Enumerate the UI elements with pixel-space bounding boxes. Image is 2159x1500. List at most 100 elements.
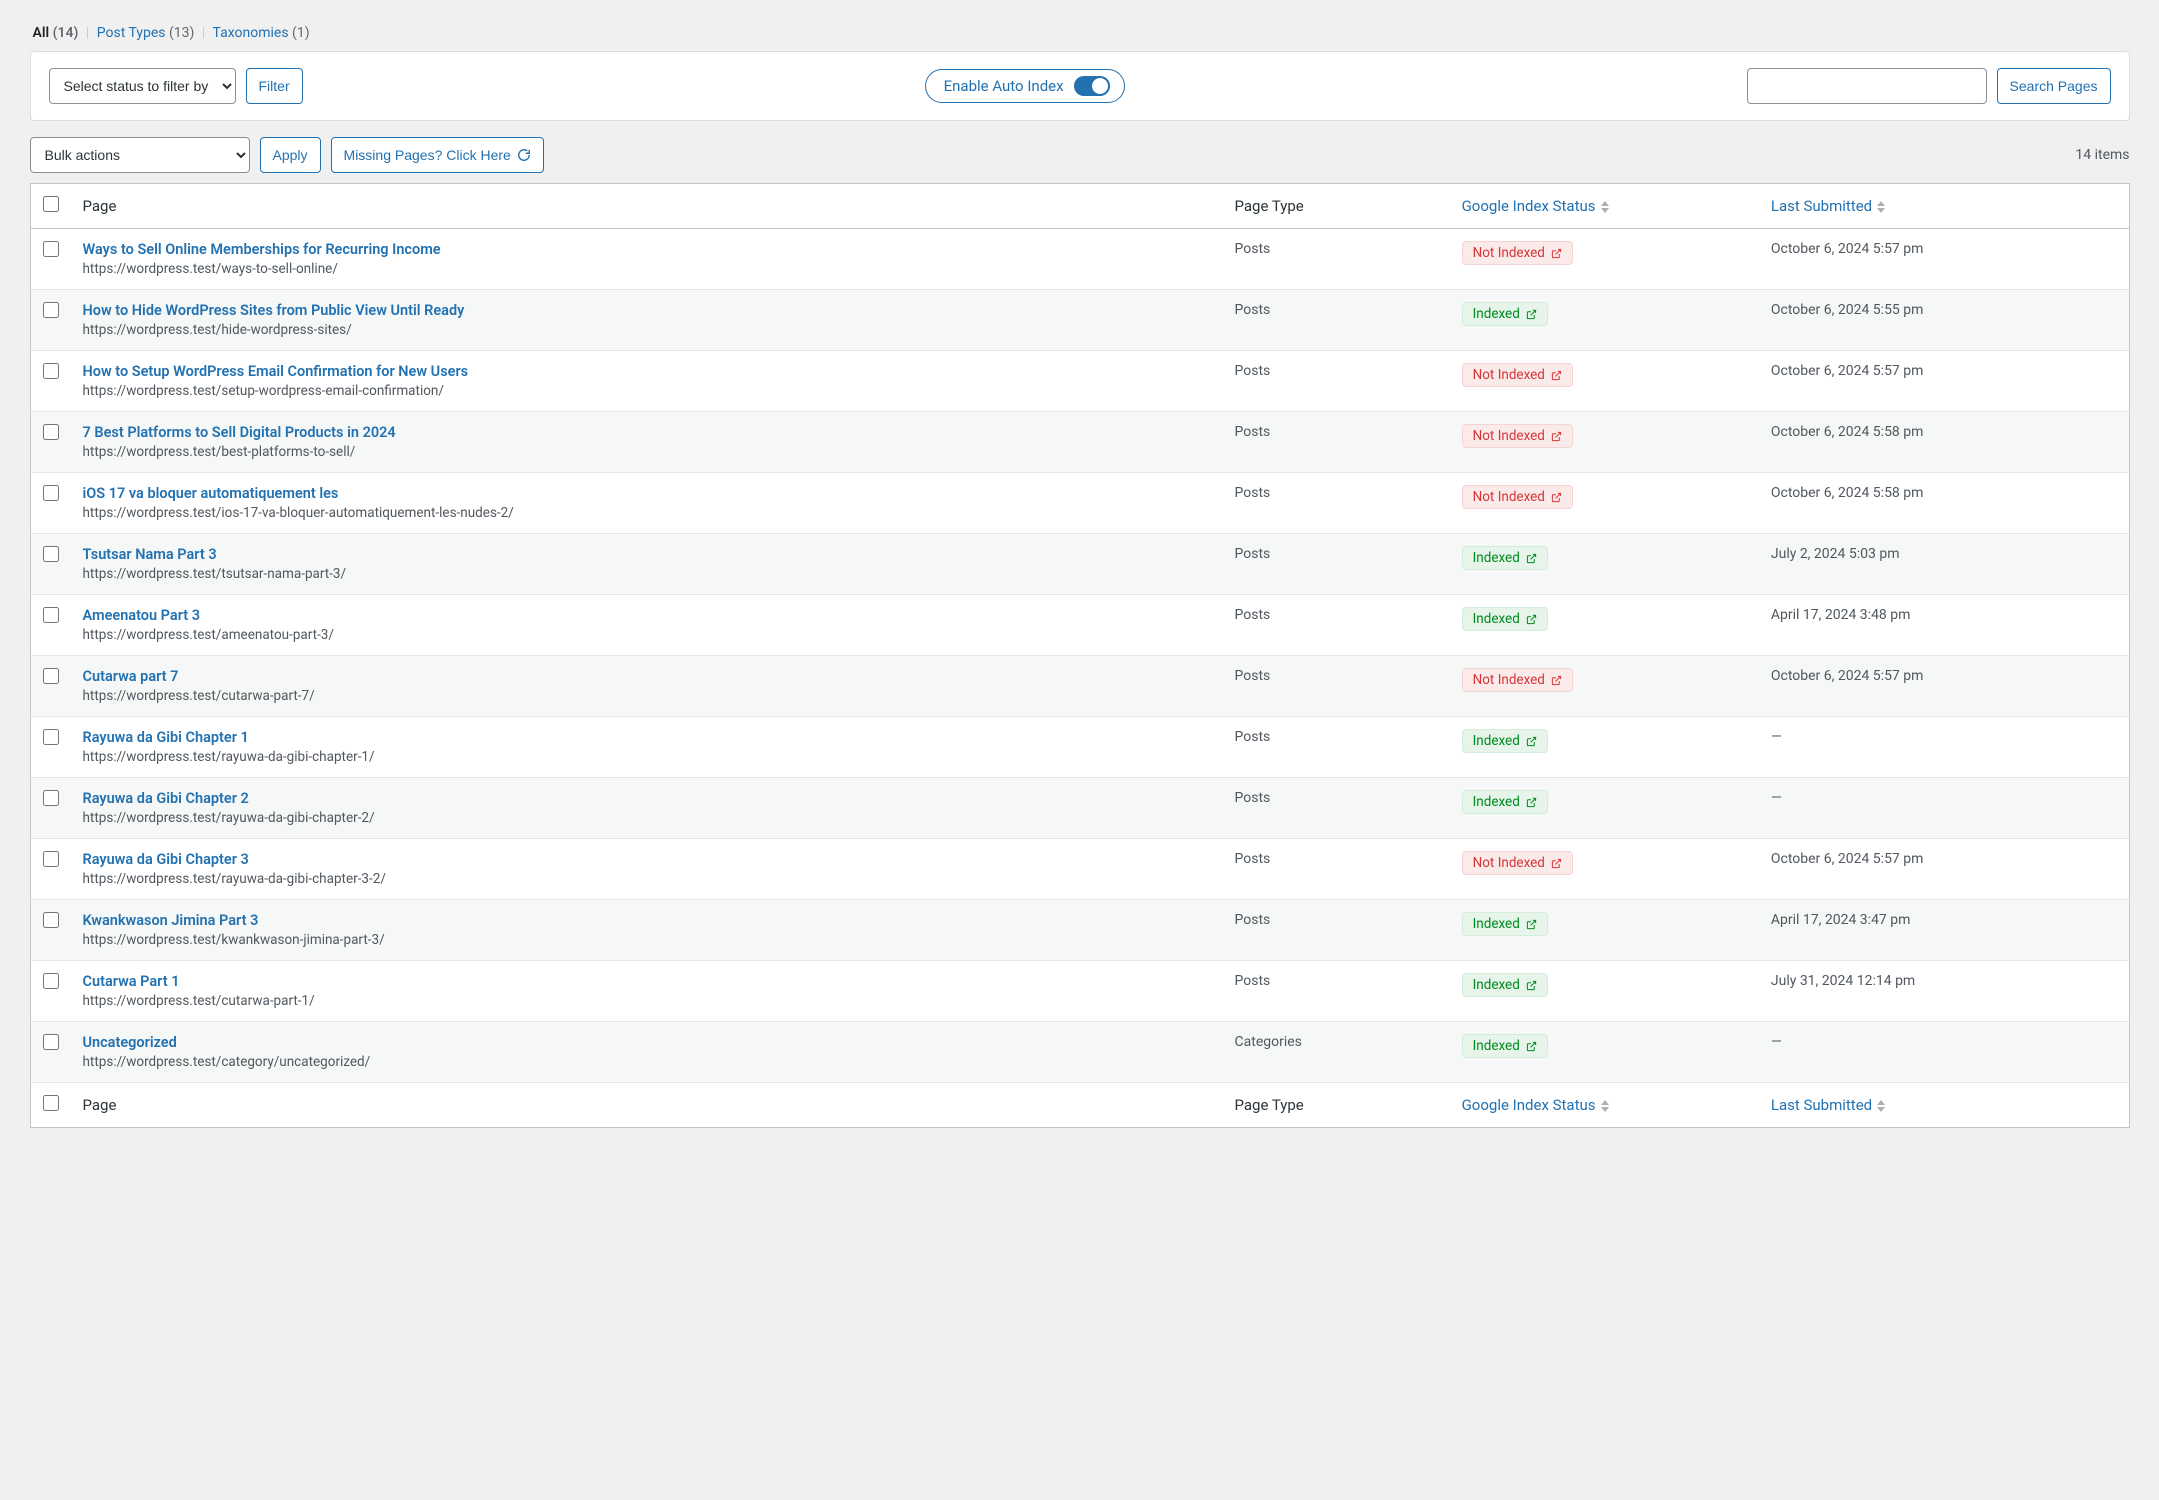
table-row: 7 Best Platforms to Sell Digital Product… xyxy=(30,412,2129,473)
tab-post-types[interactable]: Post Types (13) xyxy=(97,25,198,41)
row-checkbox[interactable] xyxy=(43,302,59,318)
page-title-link[interactable]: Tsutsar Nama Part 3 xyxy=(83,546,217,563)
page-title-link[interactable]: Kwankwason Jimina Part 3 xyxy=(83,912,259,929)
row-checkbox[interactable] xyxy=(43,851,59,867)
toolbar-panel: Select status to filter by Filter Enable… xyxy=(30,51,2130,121)
filter-button[interactable]: Filter xyxy=(246,68,303,104)
page-url: https://wordpress.test/rayuwa-da-gibi-ch… xyxy=(83,871,386,887)
index-status-badge[interactable]: Indexed xyxy=(1462,973,1548,997)
page-title-link[interactable]: Ways to Sell Online Memberships for Recu… xyxy=(83,241,441,258)
page-title-link[interactable]: Ameenatou Part 3 xyxy=(83,607,201,624)
index-status-badge[interactable]: Indexed xyxy=(1462,1034,1548,1058)
column-page-footer[interactable]: Page xyxy=(71,1083,1223,1128)
status-filter-select[interactable]: Select status to filter by xyxy=(49,68,236,104)
search-input[interactable] xyxy=(1747,68,1987,104)
external-link-icon xyxy=(1526,309,1537,320)
auto-index-toggle[interactable]: Enable Auto Index xyxy=(925,69,1125,103)
index-status-badge[interactable]: Not Indexed xyxy=(1462,668,1573,692)
page-type-value: Posts xyxy=(1223,595,1450,656)
index-status-label: Indexed xyxy=(1473,733,1520,749)
page-title-link[interactable]: Rayuwa da Gibi Chapter 2 xyxy=(83,790,249,807)
row-checkbox[interactable] xyxy=(43,729,59,745)
page-url: https://wordpress.test/kwankwason-jimina… xyxy=(83,932,385,948)
column-google-index-footer[interactable]: Google Index Status xyxy=(1462,1096,1610,1114)
page-title-link[interactable]: How to Setup WordPress Email Confirmatio… xyxy=(83,363,469,380)
page-title-link[interactable]: iOS 17 va bloquer automatiquement les xyxy=(83,485,339,502)
page-type-value: Posts xyxy=(1223,961,1450,1022)
page-url: https://wordpress.test/rayuwa-da-gibi-ch… xyxy=(83,749,375,765)
index-status-label: Indexed xyxy=(1473,1038,1520,1054)
column-last-submitted-footer[interactable]: Last Submitted xyxy=(1771,1096,1886,1114)
index-status-label: Not Indexed xyxy=(1473,489,1545,505)
external-link-icon xyxy=(1526,736,1537,747)
index-status-badge[interactable]: Indexed xyxy=(1462,546,1548,570)
index-status-badge[interactable]: Indexed xyxy=(1462,607,1548,631)
page-url: https://wordpress.test/ameenatou-part-3/ xyxy=(83,627,334,643)
items-count: 14 items xyxy=(2075,147,2129,163)
tab-all[interactable]: All (14) xyxy=(33,25,82,41)
select-all-checkbox[interactable] xyxy=(43,196,59,212)
index-status-badge[interactable]: Not Indexed xyxy=(1462,424,1573,448)
row-checkbox[interactable] xyxy=(43,607,59,623)
missing-pages-button[interactable]: Missing Pages? Click Here xyxy=(331,137,544,173)
index-status-label: Indexed xyxy=(1473,550,1520,566)
external-link-icon xyxy=(1526,614,1537,625)
row-checkbox[interactable] xyxy=(43,485,59,501)
page-type-value: Posts xyxy=(1223,656,1450,717)
table-row: iOS 17 va bloquer automatiquement les ht… xyxy=(30,473,2129,534)
select-all-checkbox-footer[interactable] xyxy=(43,1095,59,1111)
table-row: Cutarwa part 7 https://wordpress.test/cu… xyxy=(30,656,2129,717)
index-status-badge[interactable]: Not Indexed xyxy=(1462,851,1573,875)
page-title-link[interactable]: Uncategorized xyxy=(83,1034,177,1051)
search-button[interactable]: Search Pages xyxy=(1997,68,2111,104)
column-page[interactable]: Page xyxy=(71,184,1223,229)
page-type-value: Posts xyxy=(1223,900,1450,961)
page-title-link[interactable]: Cutarwa Part 1 xyxy=(83,973,180,990)
column-page-type[interactable]: Page Type xyxy=(1223,184,1450,229)
external-link-icon xyxy=(1551,858,1562,869)
pages-table: Page Page Type Google Index Status Last … xyxy=(30,183,2130,1128)
bulk-actions-select[interactable]: Bulk actions xyxy=(30,137,250,173)
row-checkbox[interactable] xyxy=(43,912,59,928)
index-status-badge[interactable]: Indexed xyxy=(1462,790,1548,814)
last-submitted-value: October 6, 2024 5:57 pm xyxy=(1771,668,1924,684)
index-status-badge[interactable]: Not Indexed xyxy=(1462,241,1573,265)
sort-icon xyxy=(1876,201,1886,213)
page-title-link[interactable]: 7 Best Platforms to Sell Digital Product… xyxy=(83,424,396,441)
index-status-label: Indexed xyxy=(1473,916,1520,932)
index-status-badge[interactable]: Indexed xyxy=(1462,912,1548,936)
row-checkbox[interactable] xyxy=(43,790,59,806)
page-type-value: Posts xyxy=(1223,412,1450,473)
external-link-icon xyxy=(1551,431,1562,442)
row-checkbox[interactable] xyxy=(43,363,59,379)
page-url: https://wordpress.test/ios-17-va-bloquer… xyxy=(83,505,514,521)
apply-button[interactable]: Apply xyxy=(260,137,321,173)
column-google-index[interactable]: Google Index Status xyxy=(1462,197,1610,215)
page-title-link[interactable]: Rayuwa da Gibi Chapter 1 xyxy=(83,729,249,746)
row-checkbox[interactable] xyxy=(43,1034,59,1050)
index-status-badge[interactable]: Indexed xyxy=(1462,729,1548,753)
table-row: Rayuwa da Gibi Chapter 3 https://wordpre… xyxy=(30,839,2129,900)
row-checkbox[interactable] xyxy=(43,241,59,257)
row-checkbox[interactable] xyxy=(43,424,59,440)
page-title-link[interactable]: Cutarwa part 7 xyxy=(83,668,179,685)
tab-taxonomies[interactable]: Taxonomies (1) xyxy=(213,25,310,41)
table-row: Rayuwa da Gibi Chapter 1 https://wordpre… xyxy=(30,717,2129,778)
row-checkbox[interactable] xyxy=(43,973,59,989)
column-last-submitted[interactable]: Last Submitted xyxy=(1771,197,1886,215)
external-link-icon xyxy=(1551,492,1562,503)
index-status-badge[interactable]: Not Indexed xyxy=(1462,485,1573,509)
empty-date: — xyxy=(1771,1034,1782,1050)
page-type-value: Categories xyxy=(1223,1022,1450,1083)
page-title-link[interactable]: How to Hide WordPress Sites from Public … xyxy=(83,302,465,319)
column-page-type-footer[interactable]: Page Type xyxy=(1223,1083,1450,1128)
index-status-badge[interactable]: Not Indexed xyxy=(1462,363,1573,387)
page-title-link[interactable]: Rayuwa da Gibi Chapter 3 xyxy=(83,851,249,868)
row-checkbox[interactable] xyxy=(43,546,59,562)
index-status-badge[interactable]: Indexed xyxy=(1462,302,1548,326)
external-link-icon xyxy=(1526,980,1537,991)
page-type-value: Posts xyxy=(1223,717,1450,778)
row-checkbox[interactable] xyxy=(43,668,59,684)
page-url: https://wordpress.test/tsutsar-nama-part… xyxy=(83,566,347,582)
refresh-icon xyxy=(517,148,531,162)
